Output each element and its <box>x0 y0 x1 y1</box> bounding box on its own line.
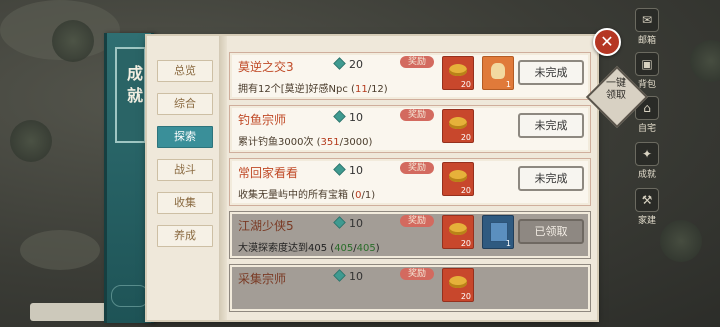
hammer-icon: ⚒ <box>635 188 659 212</box>
achievement-desc: 收集无量屿中的所有宝箱 (0/1) <box>238 190 376 201</box>
build-button[interactable]: ⚒ 家建 <box>634 188 660 226</box>
achievement-desc: 大漠探索度达到405 (405/405) <box>238 243 380 254</box>
gold-ingot-icon <box>449 223 467 235</box>
achievement-points: 10 <box>333 163 363 177</box>
achievement-name: 钓鱼宗师 <box>238 113 287 127</box>
status-button[interactable]: 已领取 <box>518 219 584 244</box>
gold-ingot-icon <box>449 64 467 76</box>
panel-divider <box>219 36 227 320</box>
close-button[interactable]: ✕ <box>593 28 621 56</box>
reward-item[interactable]: 20 <box>442 109 474 143</box>
tab-overview[interactable]: 总览 <box>157 60 213 82</box>
title-frame: 成就 <box>115 47 146 143</box>
reward-tag: 奖励 <box>400 215 434 227</box>
trophy-icon: ✦ <box>635 142 659 166</box>
achievement-name: 莫逆之交3 <box>238 60 294 74</box>
bag-button[interactable]: ▣ 背包 <box>634 52 660 90</box>
reward-item[interactable]: 20 <box>442 56 474 90</box>
gem-icon <box>333 110 346 123</box>
reward-tag: 奖励 <box>400 109 434 121</box>
reward-tag: 奖励 <box>400 268 434 280</box>
tab-cultivate[interactable]: 养成 <box>157 225 213 247</box>
claim-all-label[interactable]: 一键领取 <box>603 78 629 102</box>
tree <box>690 40 720 82</box>
tab-combat[interactable]: 战斗 <box>157 159 213 181</box>
window-title: 成就 <box>124 65 143 109</box>
tab-collect[interactable]: 收集 <box>157 192 213 214</box>
gold-ingot-icon <box>449 117 467 129</box>
gem-icon <box>333 163 346 176</box>
gem-icon <box>333 57 346 70</box>
gold-ingot-icon <box>449 170 467 182</box>
achievement-card: 采集宗师 10 奖励 20 <box>229 264 591 312</box>
reward-item[interactable]: 1 <box>482 215 514 249</box>
achievement-panel: 总览 综合 探索 战斗 收集 养成 莫逆之交3 20 奖励 拥有12个[莫逆]好… <box>147 36 597 320</box>
achievement-points: 20 <box>333 57 363 71</box>
cloud-ornament-icon <box>111 285 149 307</box>
tab-explore[interactable]: 探索 <box>157 126 213 148</box>
tree <box>10 120 52 162</box>
reward-tag: 奖励 <box>400 162 434 174</box>
achievement-card: 莫逆之交3 20 奖励 拥有12个[莫逆]好感Npc (11/12) 20 1 … <box>229 52 591 100</box>
category-tabs: 总览 综合 探索 战斗 收集 养成 <box>157 60 213 258</box>
achievement-desc: 拥有12个[莫逆]好感Npc (11/12) <box>238 84 388 95</box>
status-button[interactable]: 未完成 <box>518 166 584 191</box>
mailbox-button[interactable]: ✉ 邮箱 <box>634 8 660 46</box>
pouch-icon <box>491 63 505 79</box>
reward-tag: 奖励 <box>400 56 434 68</box>
chat-bar[interactable] <box>30 303 110 321</box>
status-button[interactable]: 未完成 <box>518 60 584 85</box>
achievement-name: 采集宗师 <box>238 272 287 286</box>
gold-ingot-icon <box>449 276 467 288</box>
tab-general[interactable]: 综合 <box>157 93 213 115</box>
gem-icon <box>333 216 346 229</box>
achievement-card: 钓鱼宗师 10 奖励 累计钓鱼3000次 (351/3000) 20 未完成 <box>229 105 591 153</box>
achievement-list[interactable]: 莫逆之交3 20 奖励 拥有12个[莫逆]好感Npc (11/12) 20 1 … <box>229 52 591 320</box>
tree <box>660 220 702 262</box>
close-icon: ✕ <box>600 32 614 51</box>
reward-item[interactable]: 20 <box>442 215 474 249</box>
tree <box>52 20 94 62</box>
achievement-points: 10 <box>333 216 363 230</box>
achievement-name: 江湖少侠5 <box>238 219 294 233</box>
gem-icon <box>333 269 346 282</box>
achievement-name: 常回家看看 <box>238 166 299 180</box>
achievement-points: 10 <box>333 269 363 283</box>
achievement-desc: 累计钓鱼3000次 (351/3000) <box>238 137 373 148</box>
achievement-points: 10 <box>333 110 363 124</box>
reward-item[interactable]: 1 <box>482 56 514 90</box>
mail-icon: ✉ <box>635 8 659 32</box>
reward-item[interactable]: 20 <box>442 268 474 302</box>
bag-icon: ▣ <box>635 52 659 76</box>
reward-item[interactable]: 20 <box>442 162 474 196</box>
achievement-button[interactable]: ✦ 成就 <box>634 142 660 180</box>
achievement-card: 江湖少侠5 10 奖励 大漠探索度达到405 (405/405) 20 1 已领… <box>229 211 591 259</box>
scenery <box>20 230 100 270</box>
achievement-card: 常回家看看 10 奖励 收集无量屿中的所有宝箱 (0/1) 20 未完成 <box>229 158 591 206</box>
status-button[interactable]: 未完成 <box>518 113 584 138</box>
